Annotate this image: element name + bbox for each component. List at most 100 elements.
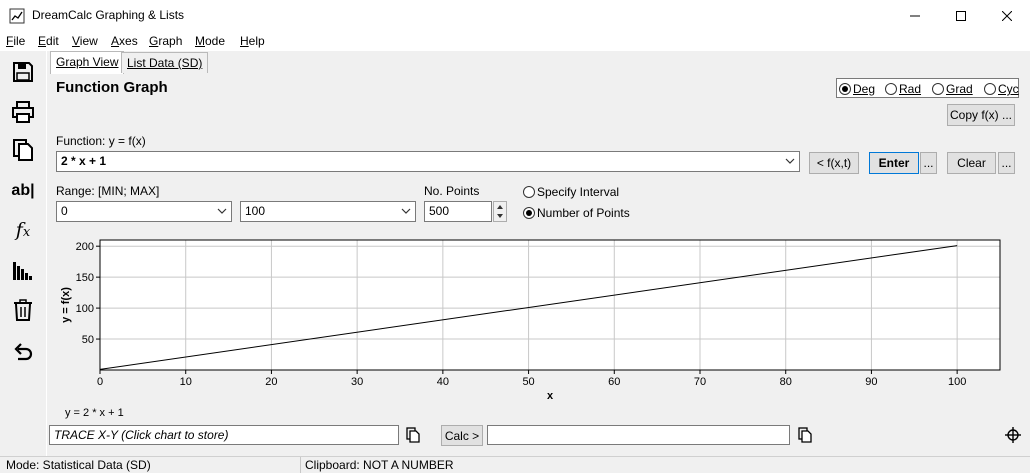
crosshair-button[interactable] [1005,427,1023,445]
crosshair-icon [1005,427,1021,443]
radio-number-points-label: Number of Points [537,206,630,220]
title-bar: DreamCalc Graphing & Lists [0,0,1030,31]
radio-circle [885,83,897,95]
status-mode: Mode: Statistical Data (SD) [6,458,151,472]
status-clipboard: Clipboard: NOT A NUMBER [305,458,454,472]
text-label-button[interactable]: ab| [8,176,38,206]
series-caption: y = 2 * x + 1 [65,407,124,419]
tab-list-data[interactable]: List Data (SD) [121,52,209,73]
histogram-icon [13,262,32,280]
function-input[interactable]: 2 * x + 1 [56,151,800,172]
x-tick-label: 60 [608,376,620,388]
delete-button[interactable] [8,295,38,325]
copy-button[interactable] [8,135,38,165]
tab-list-data-label: List Data (SD) [127,56,203,70]
tab-graph-view[interactable]: Graph View [50,51,125,74]
radio-cyc[interactable]: Cyc [984,82,1019,96]
radio-specify-interval-label: Specify Interval [537,185,620,199]
window-title: DreamCalc Graphing & Lists [32,8,185,22]
calc-output[interactable] [487,425,790,445]
chevron-down-icon [785,158,795,164]
radio-deg-label: Deg [853,82,876,96]
x-tick-label: 80 [780,376,792,388]
radio-grad[interactable]: Grad [932,82,973,96]
calc-button[interactable]: Calc > [441,425,483,446]
x-tick-labels: 0 10 20 30 40 50 60 70 80 90 100 [97,370,966,388]
trace-copy-button[interactable] [405,427,423,445]
menu-axes[interactable]: Axes [111,34,138,48]
trace-input[interactable]: TRACE X-Y (Click chart to store) [49,425,399,445]
menu-file[interactable]: File [6,34,25,48]
undo-button[interactable] [8,335,38,365]
y-axis-label: y = f(x) [60,287,72,323]
points-label: No. Points [424,184,480,198]
y-tick-label: 100 [76,303,94,315]
radio-number-points[interactable]: Number of Points [523,206,630,220]
clear-options-button[interactable]: ... [998,152,1015,174]
maximize-button[interactable] [938,0,984,31]
range-max-value: 100 [245,204,266,218]
spinner-down-icon [497,214,503,218]
calc-copy-button[interactable] [797,427,815,445]
angle-mode-group: Deg Rad Grad Cyc [836,78,1019,98]
y-tick-label: 50 [82,334,94,346]
function-label: Function: y = f(x) [56,134,146,148]
radio-rad[interactable]: Rad [885,82,921,96]
radio-circle [984,83,996,95]
status-divider [300,457,301,473]
x-tick-label: 90 [865,376,877,388]
panel-title: Function Graph [56,79,168,96]
function-button[interactable]: 𝑓x [8,215,38,245]
radio-circle [932,83,944,95]
save-button[interactable] [8,57,38,87]
text-label-icon: ab| [11,182,35,199]
enter-options-button[interactable]: ... [920,152,937,174]
menu-edit[interactable]: Edit [38,34,59,48]
enter-button[interactable]: Enter [869,152,919,174]
x-tick-label: 70 [694,376,706,388]
chevron-down-icon [217,208,227,214]
undo-icon [14,343,33,361]
points-input[interactable]: 500 [424,201,492,222]
spinner-up-icon [497,205,503,209]
y-tick-label: 150 [76,272,94,284]
tab-graph-view-label: Graph View [56,55,119,69]
status-bar: Mode: Statistical Data (SD) Clipboard: N… [0,456,1030,473]
points-spinner[interactable] [493,201,507,222]
range-label: Range: [MIN; MAX] [56,184,160,198]
menu-view[interactable]: View [72,34,98,48]
radio-circle [839,83,851,95]
menu-mode[interactable]: Mode [195,34,225,48]
points-value: 500 [429,204,450,218]
x-tick-label: 50 [522,376,534,388]
delete-icon [14,299,32,321]
copy-icon [406,427,420,443]
range-min-input[interactable]: 0 [56,201,232,222]
function-input-value: 2 * x + 1 [61,154,107,168]
histogram-button[interactable] [8,255,38,285]
maximize-icon [956,10,966,21]
x-tick-label: 30 [351,376,363,388]
menu-help[interactable]: Help [240,34,265,48]
copy-fx-button[interactable]: Copy f(x) ... [947,104,1015,126]
print-button[interactable] [8,97,38,127]
function-icon: 𝑓x [15,219,31,241]
radio-specify-interval[interactable]: Specify Interval [523,185,619,199]
minimize-button[interactable] [892,0,938,31]
radio-deg[interactable]: Deg [839,82,875,96]
close-button[interactable] [984,0,1030,31]
function-chart[interactable]: 0 10 20 30 40 50 60 70 80 90 100 50 100 150 200 x y =… [47,234,1030,424]
radio-rad-label: Rad [899,82,922,96]
fxt-button[interactable]: < f(x,t) [809,152,859,174]
tab-strip: Graph View List Data (SD) [47,51,1030,74]
x-tick-label: 100 [948,376,966,388]
range-max-input[interactable]: 100 [240,201,416,222]
chevron-down-icon [401,208,411,214]
minimize-icon [910,15,920,16]
clear-button[interactable]: Clear [947,152,996,174]
x-axis-label: x [547,390,554,402]
app-graph-icon [9,8,25,24]
menu-graph[interactable]: Graph [149,34,182,48]
radio-grad-label: Grad [946,82,973,96]
radio-circle [523,207,535,219]
